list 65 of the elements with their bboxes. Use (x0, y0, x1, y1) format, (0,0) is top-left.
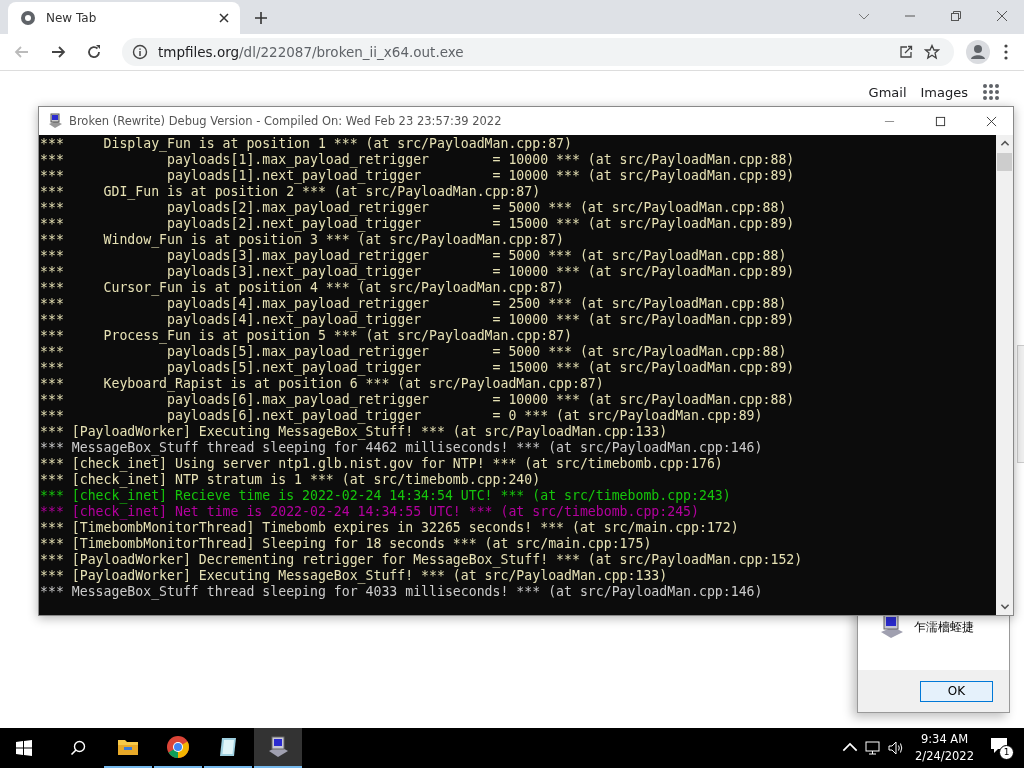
console-line: *** [check_inet] NTP stratum is 1 *** (at src/timebomb.cpp:240) (40, 472, 541, 488)
info-icon (132, 44, 148, 60)
url-text: tmpfiles.org/dl/222087/broken_ii_x64.out.exe (158, 44, 464, 60)
console-line: *** payloads[4].next_payload_trigger = 10000 *** (at src/PayloadMan.cpp:89) (40, 312, 795, 328)
forward-icon[interactable] (50, 44, 66, 60)
console-line: *** payloads[1].next_payload_trigger = 10000 *** (at src/PayloadMan.cpp:89) (40, 168, 795, 184)
scrollbar[interactable] (996, 135, 1013, 615)
maximize-icon[interactable] (935, 115, 946, 127)
restore-icon[interactable] (950, 10, 962, 22)
console-line: *** [check_inet] Recieve time is 2022-02-24 14:34:54 UTC! *** (at src/timebomb.cpp:243) (40, 488, 731, 504)
network-icon[interactable] (865, 740, 882, 756)
clock-date[interactable]: 2/24/2022 (915, 748, 974, 765)
console-line: *** payloads[5].max_payload_retrigger = 5000 *** (at src/PayloadMan.cpp:88) (40, 344, 787, 360)
apps-grid-icon[interactable] (982, 83, 1000, 101)
console-line: *** payloads[3].max_payload_retrigger = 5000 *** (at src/PayloadMan.cpp:88) (40, 248, 787, 264)
console-line: *** payloads[6].max_payload_retrigger = 10000 *** (at src/PayloadMan.cpp:88) (40, 392, 795, 408)
console-line: *** payloads[6].next_payload_trigger = 0 *** (at src/PayloadMan.cpp:89) (40, 408, 763, 424)
console-line: *** Window_Fun is at position 3 *** (at src/PayloadMan.cpp:87) (40, 232, 564, 248)
console-line: *** MessageBox_Stuff thread sleeping for 4033 milliseconds! *** (at src/PayloadMan.cpp:146) (40, 584, 763, 600)
star-icon[interactable] (924, 44, 940, 60)
browser-icon (166, 735, 190, 759)
scroll-thumb[interactable] (997, 153, 1012, 171)
console-line: *** Process_Fun is at position 5 *** (at src/PayloadMan.cpp:87) (40, 328, 572, 344)
page-link[interactable]: Gmail (868, 84, 907, 100)
page-link[interactable]: Images (920, 84, 968, 100)
close-icon[interactable] (986, 115, 997, 127)
console-line: *** Keyboard_Rapist is at position 6 *** (at src/PayloadMan.cpp:87) (40, 376, 604, 392)
close-icon[interactable] (996, 10, 1008, 22)
browser-icon (20, 10, 36, 26)
console-line: *** [check_inet] Using server ntp1.glb.nist.gov for NTP! *** (at src/timebomb.cpp:176) (40, 456, 723, 472)
computer-icon (47, 113, 63, 129)
console-line: *** [TimebombMonitorThread] Timebomb expires in 32265 seconds! *** (at src/main.cpp:172) (40, 520, 739, 536)
console-line: *** Display_Fun is at position 1 *** (at src/PayloadMan.cpp:87) (40, 136, 572, 152)
browser-tab[interactable]: New Tab (8, 2, 240, 34)
search-icon[interactable] (70, 740, 86, 756)
console-line: *** payloads[5].next_payload_trigger = 15000 *** (at src/PayloadMan.cpp:89) (40, 360, 795, 376)
address-bar[interactable]: tmpfiles.org/dl/222087/broken_ii_x64.out.exe (122, 38, 954, 66)
taskbar-app[interactable] (254, 728, 302, 768)
close-icon[interactable] (218, 12, 230, 24)
share-icon[interactable] (898, 44, 914, 60)
console-line: *** [PayloadWorker] Executing MessageBox_Stuff! *** (at src/PayloadMan.cpp:133) (40, 568, 668, 584)
console-line: *** payloads[2].max_payload_retrigger = 5000 *** (at src/PayloadMan.cpp:88) (40, 200, 787, 216)
volume-icon[interactable] (888, 740, 905, 756)
clock-time[interactable]: 9:34 AM (920, 731, 969, 748)
console-line: *** GDI_Fun is at position 2 *** (at src/PayloadMan.cpp:87) (40, 184, 541, 200)
windows-start-icon[interactable] (16, 740, 32, 756)
console-line: *** payloads[4].max_payload_retrigger = 2500 *** (at src/PayloadMan.cpp:88) (40, 296, 787, 312)
console-line: *** [TimebombMonitorThread] Sleeping for 18 seconds *** (at src/main.cpp:175) (40, 536, 652, 552)
console-line: *** payloads[1].max_payload_retrigger = 10000 *** (at src/PayloadMan.cpp:88) (40, 152, 795, 168)
console-line: *** [PayloadWorker] Executing MessageBox_Stuff! *** (at src/PayloadMan.cpp:133) (40, 424, 668, 440)
console-line: *** [PayloadWorker] Decrementing retrigger for MessageBox_Stuff! *** (at src/PayloadMan.cpp:152) (40, 552, 803, 568)
console-line: *** [check_inet] Net time is 2022-02-24 14:34:55 UTC! *** (at src/timebomb.cpp:245) (40, 504, 699, 520)
console-line: *** payloads[2].next_payload_trigger = 15000 *** (at src/PayloadMan.cpp:89) (40, 216, 795, 232)
new-tab-icon[interactable] (254, 11, 268, 25)
profile-icon[interactable] (966, 40, 990, 64)
console-line: *** MessageBox_Stuff thread sleeping for 4462 milliseconds! *** (at src/PayloadMan.cpp:146) (40, 440, 763, 456)
reload-icon[interactable] (86, 44, 102, 60)
ok-button[interactable]: OK (920, 680, 993, 702)
window-title: Broken (Rewrite) Debug Version - Compiled On: Wed Feb 23 23:57:39 2022 (69, 114, 502, 128)
dialog-message: 乍濡檣蛭捷 (914, 618, 974, 636)
console-line: *** Cursor_Fun is at position 4 *** (at src/PayloadMan.cpp:87) (40, 280, 564, 296)
notification-badge: 1 (999, 745, 1014, 760)
console-line: *** payloads[3].next_payload_trigger = 10000 *** (at src/PayloadMan.cpp:89) (40, 264, 795, 280)
tab-title: New Tab (46, 11, 98, 25)
menu-icon[interactable] (1004, 44, 1008, 60)
